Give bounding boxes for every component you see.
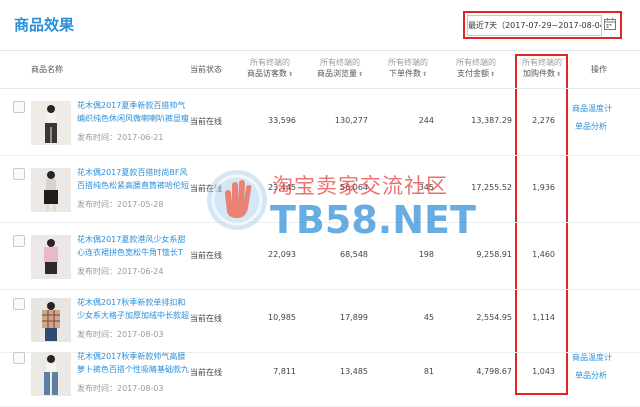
col-orders[interactable]: 所有终端的 下单件数⬍	[382, 57, 434, 80]
status-text: 当前在线	[190, 117, 222, 126]
publish-date: 发布时间：2017-06-24	[77, 267, 164, 276]
watermark-logo: TB58.NET	[270, 198, 476, 242]
table-row: 花木偶2017秋季新款帅气高腰萝卜裤色百搭个性吸睛基础款九分牛仔 发布时间：20…	[0, 340, 640, 407]
col-views-label: 商品浏览量	[316, 69, 357, 78]
status-text: 当前在线	[190, 251, 222, 260]
sort-icon: ⬍	[489, 71, 496, 78]
product-thermometer-link[interactable]: 商品温度计	[572, 103, 612, 114]
visitors-value: 33,596	[268, 116, 296, 125]
cart-value: 1,114	[532, 313, 555, 322]
col-ops: 操作	[591, 65, 607, 74]
row-checkbox[interactable]	[13, 235, 25, 247]
views-value: 17,899	[340, 313, 368, 322]
orders-value: 244	[418, 116, 434, 125]
publish-date: 发布时间：2017-06-21	[77, 133, 164, 142]
orders-value: 81	[423, 367, 434, 376]
product-name-link[interactable]: 花木偶2017秋季新款帅气高腰萝卜裤色百搭个性吸睛基础款九分牛仔	[77, 350, 189, 376]
col-cart[interactable]: 所有终端的 加购件数⬍	[517, 57, 567, 80]
status-text: 当前在线	[190, 314, 222, 323]
sort-icon: ⬍	[555, 71, 562, 78]
table-header: 商品名称 当前状态 所有终端的 商品访客数⬍ 所有终端的 商品浏览量⬍ 所有终端…	[0, 54, 640, 89]
watermark-text: 淘宝卖家交流社区	[272, 174, 448, 198]
row-checkbox[interactable]	[13, 298, 25, 310]
sort-icon: ⬍	[357, 71, 364, 78]
single-analysis-link[interactable]: 单品分析	[575, 370, 607, 381]
visitors-value: 22,093	[268, 250, 296, 259]
cart-value: 1,936	[532, 183, 555, 192]
sort-icon: ⬍	[287, 71, 294, 78]
col-visitors[interactable]: 所有终端的 商品访客数⬍	[244, 57, 296, 80]
row-checkbox[interactable]	[13, 168, 25, 180]
amount-value: 9,258.91	[476, 250, 512, 259]
col-views-sub: 所有终端的	[320, 58, 360, 67]
col-status: 当前状态	[190, 65, 222, 74]
visitors-value: 10,985	[268, 313, 296, 322]
col-amount-sub: 所有终端的	[456, 58, 496, 67]
col-amount-label: 支付金额	[456, 69, 489, 78]
product-name-link[interactable]: 花木偶2017夏季新款百搭帅气编织纯色休闲风微喇喇叭裤显瘦九分	[77, 99, 189, 125]
publish-date: 发布时间：2017-05-28	[77, 200, 164, 209]
row-checkbox[interactable]	[13, 352, 25, 364]
status-text: 当前在线	[190, 368, 222, 377]
cart-value: 1,043	[532, 367, 555, 376]
amount-value: 4,798.67	[476, 367, 512, 376]
col-orders-label: 下单件数	[388, 69, 421, 78]
product-thumbnail[interactable]	[31, 168, 71, 212]
orders-value: 198	[418, 250, 434, 259]
date-range-highlight	[463, 11, 622, 39]
product-name-link[interactable]: 花木偶2017夏款百搭时尚BF风百搭纯色松紧高腰直筒裤哈伦短裤	[77, 166, 189, 192]
product-thumbnail[interactable]	[31, 235, 71, 279]
product-thumbnail[interactable]	[31, 352, 71, 396]
col-orders-sub: 所有终端的	[388, 58, 428, 67]
product-thumbnail[interactable]	[31, 101, 71, 145]
col-views[interactable]: 所有终端的 商品浏览量⬍	[313, 57, 367, 80]
amount-value: 2,554.95	[476, 313, 512, 322]
col-visitors-sub: 所有终端的	[250, 58, 290, 67]
product-name-link[interactable]: 花木偶2017秋季新款单排扣和少女系大格子加厚加绒中长款超短衫衬衫	[77, 296, 189, 322]
col-cart-sub: 所有终端的	[522, 58, 562, 67]
col-visitors-label: 商品访客数	[246, 69, 287, 78]
views-value: 130,277	[334, 116, 368, 125]
cart-value: 2,276	[532, 116, 555, 125]
sort-icon: ⬍	[421, 71, 428, 78]
views-value: 68,548	[340, 250, 368, 259]
visitors-value: 7,811	[273, 367, 296, 376]
page-title: 商品效果	[14, 16, 75, 34]
hand-logo-icon	[207, 170, 267, 230]
amount-value: 13,387.29	[471, 116, 512, 125]
views-value: 13,485	[340, 367, 368, 376]
product-thumbnail[interactable]	[31, 298, 71, 342]
col-cart-label: 加购件数	[522, 69, 555, 78]
single-analysis-link[interactable]: 单品分析	[575, 121, 607, 132]
table-row: 花木偶2017夏季新款百搭帅气编织纯色休闲风微喇喇叭裤显瘦九分 发布时间：201…	[0, 89, 640, 156]
cart-value: 1,460	[532, 250, 555, 259]
amount-value: 17,255.52	[471, 183, 512, 192]
row-checkbox[interactable]	[13, 101, 25, 113]
col-amount[interactable]: 所有终端的 支付金额⬍	[450, 57, 502, 80]
col-product-name: 商品名称	[31, 65, 63, 74]
publish-date: 发布时间：2017-08-03	[77, 330, 164, 339]
publish-date: 发布时间：2017-08-03	[77, 384, 164, 393]
orders-value: 45	[423, 313, 434, 322]
product-thermometer-link[interactable]: 商品温度计	[572, 352, 612, 363]
product-name-link[interactable]: 花木偶2017夏款港风少女系甜心连衣裙拼色宽松牛角T恤长T恤	[77, 233, 189, 259]
